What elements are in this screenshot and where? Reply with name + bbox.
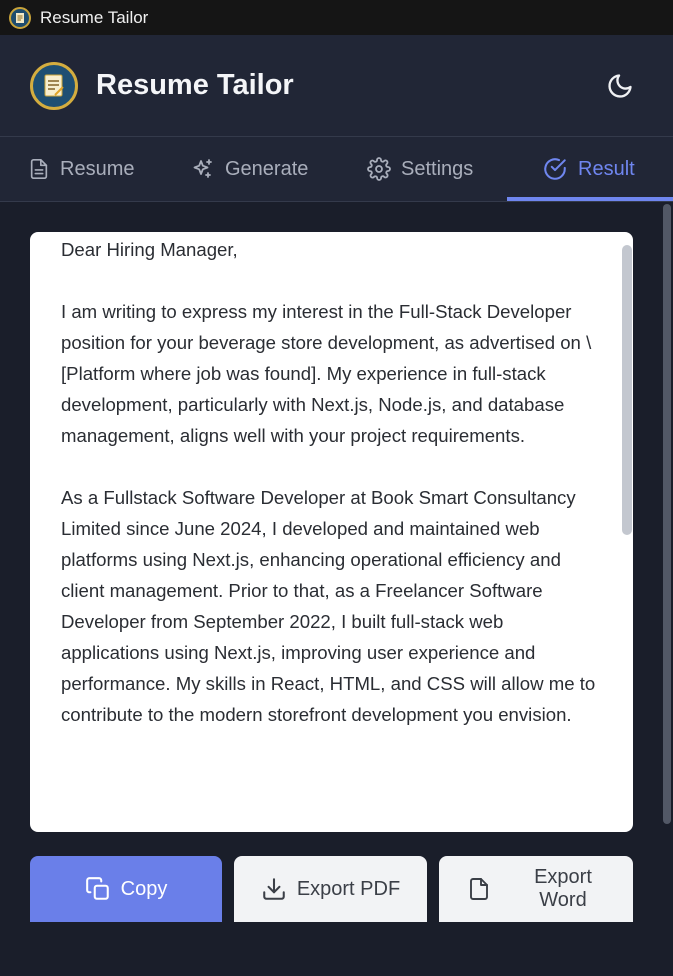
document-icon xyxy=(30,159,48,179)
app-header: Resume Tailor xyxy=(0,35,673,137)
window-title: Resume Tailor xyxy=(40,7,149,27)
copy-icon xyxy=(85,877,109,900)
moon-icon xyxy=(608,74,632,98)
gear-icon xyxy=(367,157,391,181)
sparkles-icon xyxy=(193,159,212,178)
tab-bar: Resume Generate Settings Result xyxy=(0,137,673,202)
export-word-button[interactable]: Export Word xyxy=(439,856,633,922)
app-name: Resume Tailor xyxy=(96,69,294,101)
letter-scrollbar[interactable] xyxy=(622,245,632,535)
tab-settings[interactable]: Settings xyxy=(367,137,473,201)
title-bar: Resume Tailor xyxy=(0,0,673,35)
copy-label: Copy xyxy=(120,877,168,900)
page-scrollbar[interactable] xyxy=(663,204,671,824)
app-logo-icon xyxy=(30,61,78,110)
tab-generate[interactable]: Generate xyxy=(191,137,308,201)
bottom-area xyxy=(0,922,673,976)
export-pdf-label: Export PDF xyxy=(296,877,401,900)
tab-resume[interactable]: Resume xyxy=(28,137,134,201)
cover-letter-output[interactable]: Dear Hiring Manager, I am writing to exp… xyxy=(30,232,633,832)
download-icon xyxy=(263,878,285,900)
active-tab-indicator xyxy=(507,197,673,201)
tab-label: Settings xyxy=(401,157,474,180)
check-circle-icon xyxy=(544,158,566,180)
result-panel: Dear Hiring Manager, I am writing to exp… xyxy=(0,202,673,922)
cover-letter-text: Dear Hiring Manager, I am writing to exp… xyxy=(61,239,596,725)
tab-label: Result xyxy=(578,157,635,180)
export-word-label: Export Word xyxy=(534,866,592,911)
app-icon xyxy=(9,6,31,29)
file-icon xyxy=(470,878,488,900)
tab-label: Resume xyxy=(60,157,135,180)
copy-button[interactable]: Copy xyxy=(30,856,222,922)
export-pdf-button[interactable]: Export PDF xyxy=(234,856,427,922)
theme-toggle-button[interactable] xyxy=(605,71,635,101)
tab-label: Generate xyxy=(225,157,309,180)
tab-result[interactable]: Result xyxy=(542,137,635,201)
